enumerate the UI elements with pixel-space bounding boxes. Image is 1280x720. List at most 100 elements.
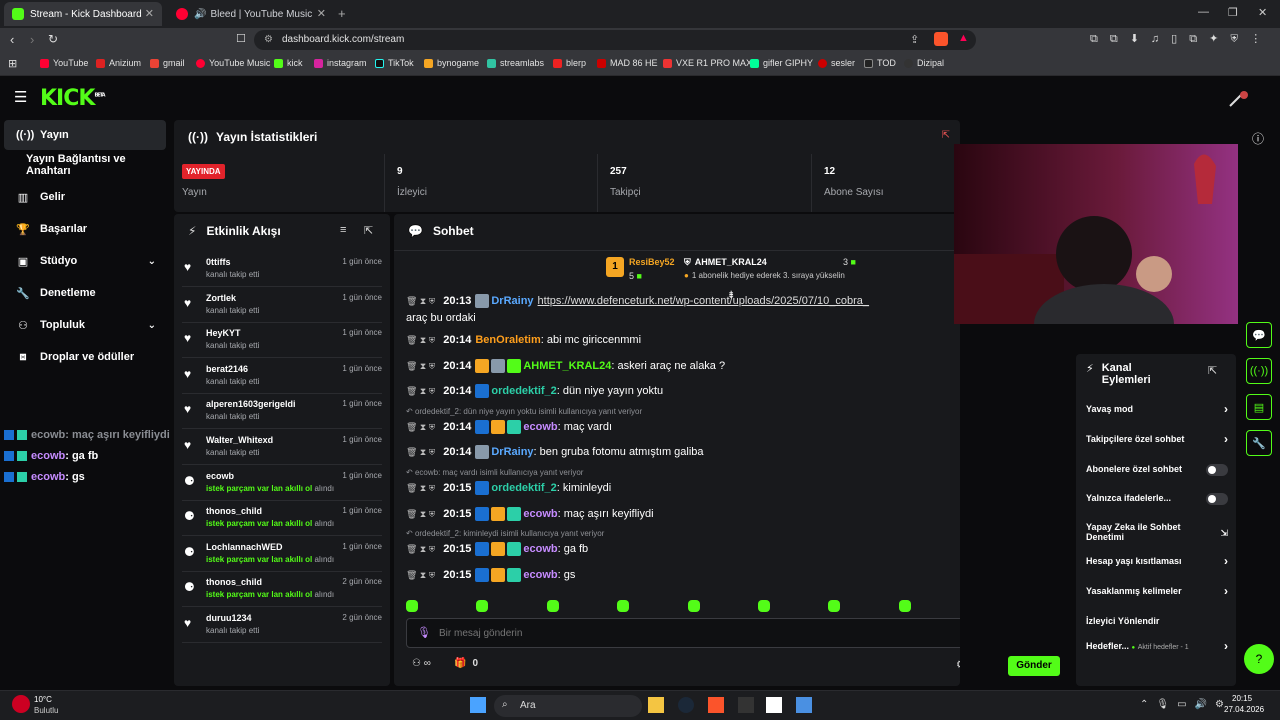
file-explorer-icon[interactable] [648, 697, 664, 713]
popout-icon[interactable]: ⇱ [1208, 364, 1217, 377]
chat-message[interactable]: 🗑 ⧗ ⛨ 20:13 DrRainy https://www.defenceturk… [406, 294, 869, 308]
close-icon[interactable]: ✕ [317, 7, 326, 20]
tab-kick-dashboard[interactable]: Stream - Kick Dashboard ✕ [4, 2, 162, 26]
emote-icon[interactable] [828, 600, 841, 612]
message-user[interactable]: ecowb [523, 543, 557, 555]
chat-bubble-icon[interactable]: 💬 [1246, 322, 1272, 348]
activity-item[interactable]: ♥ Walter_Whitexd kanalı takip etti 1 gün ön… [182, 430, 382, 465]
activity-user[interactable]: LochlannachWED [206, 542, 283, 552]
activity-item[interactable]: ♥ berat2146 kanalı takip etti 1 gün önce [182, 359, 382, 394]
emote-icon[interactable] [898, 600, 911, 612]
popout-icon[interactable]: ⇱ [364, 224, 373, 237]
toggle-switch[interactable] [1206, 464, 1228, 476]
chevron-right-icon[interactable]: › [1224, 554, 1228, 568]
mod-tools-icon[interactable]: 🗑 ⧗ ⛨ [406, 361, 435, 372]
bookmark-vxe[interactable]: VXE R1 PRO MAX [663, 58, 752, 68]
activity-user[interactable]: thonos_child [206, 506, 262, 516]
app-icon[interactable] [796, 697, 812, 713]
bookmark-tod[interactable]: TOD [864, 58, 896, 68]
send-button[interactable]: Gönder [1008, 656, 1060, 676]
filter-icon[interactable]: ≡ [340, 224, 346, 236]
mod-tools-icon[interactable]: 🗑 ⧗ ⛨ [406, 335, 435, 346]
chevron-down-icon[interactable]: ⌄ [148, 320, 156, 331]
chat-message[interactable]: 🗑 ⧗ ⛨ 20:15 ecowb: gs [406, 568, 575, 582]
bookmark-blerp[interactable]: blerp [553, 58, 586, 68]
chat-message[interactable]: 🗑 ⧗ ⛨ 20:14 BenOraletim: abi mc giriccenmm… [406, 334, 641, 346]
broadcast-icon[interactable]: ((·)) [1246, 358, 1272, 384]
chat-input-box[interactable]: 🎙 ☺ [406, 618, 960, 648]
chat-message[interactable]: 🗑 ⧗ ⛨ 20:14 DrRainy: ben gruba fotomu atmı… [406, 445, 704, 459]
sidebar-item-topluluk[interactable]: ⚇ Topluluk ⌄ [4, 310, 166, 340]
channel-action-item[interactable]: Yavaş mod › [1086, 402, 1228, 416]
activity-user[interactable]: Zortlek [206, 293, 236, 303]
brave-icon[interactable] [708, 697, 724, 713]
activity-item[interactable]: ⚈ LochlannachWED istek parçam var lan akıl… [182, 537, 382, 572]
chevron-right-icon[interactable]: › [1224, 639, 1228, 653]
store-icon[interactable] [766, 697, 782, 713]
activity-item[interactable]: ⚈ thonos_child istek parçam var lan akıllı… [182, 501, 382, 537]
mic-icon[interactable]: 🎙 [417, 626, 431, 639]
bookmark-sesler[interactable]: sesler [818, 58, 855, 68]
bookmark-tiktok[interactable]: TikTok [375, 58, 414, 68]
share-icon[interactable]: ⇪ [910, 33, 919, 46]
channel-action-item[interactable]: Yapay Zeka ile Sohbet Denetimi ⇲ [1086, 522, 1228, 542]
chat-message[interactable]: 🗑 ⧗ ⛨ 20:15 ordedektif_2: kiminleydi [406, 481, 611, 495]
chat-message[interactable]: 🗑 ⧗ ⛨ 20:15 ecowb: maç aşırı keyifliydi [406, 507, 654, 521]
channel-action-item[interactable]: Takipçilere özel sohbet › [1086, 432, 1228, 446]
wrench-icon[interactable]: 🔧 [1246, 430, 1272, 456]
sidebar-item-studyo[interactable]: ▣ Stüdyo ⌄ [4, 246, 166, 276]
activity-user[interactable]: Walter_Whitexd [206, 435, 273, 445]
hamburger-menu-icon[interactable]: ☰ [14, 88, 27, 106]
help-icon[interactable]: ? [1244, 644, 1274, 674]
bookmark-kick[interactable]: kick [274, 58, 303, 68]
activity-user[interactable]: berat2146 [206, 364, 248, 374]
message-user[interactable]: BenOraletim [475, 334, 540, 346]
emote-icon[interactable] [476, 600, 489, 612]
chat-message[interactable]: 🗑 ⧗ ⛨ 20:14 AHMET_KRAL24: askeri araç ne a… [406, 359, 725, 373]
message-user[interactable]: ordedektif_2 [491, 482, 556, 494]
mod-tools-icon[interactable]: 🗑 ⧗ ⛨ [406, 386, 435, 397]
sidebar-item-yayin[interactable]: ((·)) Yayın [4, 120, 166, 150]
channel-action-item[interactable]: İzleyici Yönlendir [1086, 616, 1228, 626]
message-user[interactable]: AHMET_KRAL24 [523, 360, 611, 372]
emote-icon[interactable] [758, 600, 770, 612]
weather-temp[interactable]: 10°C [34, 695, 52, 704]
activity-user[interactable]: HeyKYT [206, 328, 241, 338]
clock-time[interactable]: 20:15 [1232, 694, 1252, 703]
user-avatar[interactable] [1228, 90, 1250, 108]
activity-user[interactable]: 0ttiffs [206, 257, 231, 267]
message-user[interactable]: ecowb [523, 508, 557, 520]
mod-tools-icon[interactable]: 🗑 ⧗ ⛨ [406, 509, 435, 520]
sidebar-item-gelir[interactable]: ▥ Gelir [4, 182, 166, 212]
taskbar-search[interactable]: ⌕ Ara [494, 695, 642, 717]
forward-icon[interactable]: › [30, 32, 34, 47]
chevron-right-icon[interactable]: › [1224, 584, 1228, 598]
apps-grid-icon[interactable]: ⊞ [8, 57, 17, 70]
chat-input[interactable] [439, 625, 960, 641]
channel-action-item[interactable]: Yasaklanmış kelimeler › [1086, 584, 1228, 598]
activity-item[interactable]: ⚈ thonos_child istek parçam var lan akıllı… [182, 572, 382, 608]
activity-user[interactable]: alperen1603gerigeldi [206, 399, 296, 409]
close-icon[interactable]: ✕ [145, 7, 154, 20]
steam-icon[interactable] [678, 697, 694, 713]
activity-item[interactable]: ♥ Zortlek kanalı takip etti 1 gün önce [182, 288, 382, 323]
emote-icon[interactable] [406, 600, 418, 612]
chevron-down-icon[interactable]: ⌄ [148, 256, 156, 267]
channel-action-item[interactable]: Hedefler... ● Aktif hedefler - 1 › [1086, 639, 1228, 653]
bookmark-youtube-music[interactable]: YouTube Music [196, 58, 270, 68]
weather-text[interactable]: Bulutlu [34, 706, 58, 715]
kick-logo[interactable]: KICKBETA [40, 86, 106, 111]
bookmark-anizium[interactable]: Anizium [96, 58, 141, 68]
sidebar-item-basarilar[interactable]: 🏆 Başarılar [4, 214, 166, 244]
chevron-right-icon[interactable]: › [1224, 402, 1228, 416]
sidebar-item-denetleme[interactable]: 🔧 Denetleme [4, 278, 166, 308]
weather-icon[interactable] [12, 695, 30, 713]
mod-tools-icon[interactable]: 🗑 ⧗ ⛨ [406, 483, 435, 494]
message-user[interactable]: ecowb [523, 569, 557, 581]
layout-icon[interactable]: ▤ [1246, 394, 1272, 420]
brave-shields-icon[interactable] [934, 32, 948, 46]
epic-games-icon[interactable] [738, 697, 754, 713]
activity-item[interactable]: ♥ alperen1603gerigeldi kanalı takip etti 1 … [182, 394, 382, 430]
clock-date[interactable]: 27.04.2026 [1224, 705, 1264, 714]
popout-icon[interactable]: ⇱ [942, 130, 950, 141]
